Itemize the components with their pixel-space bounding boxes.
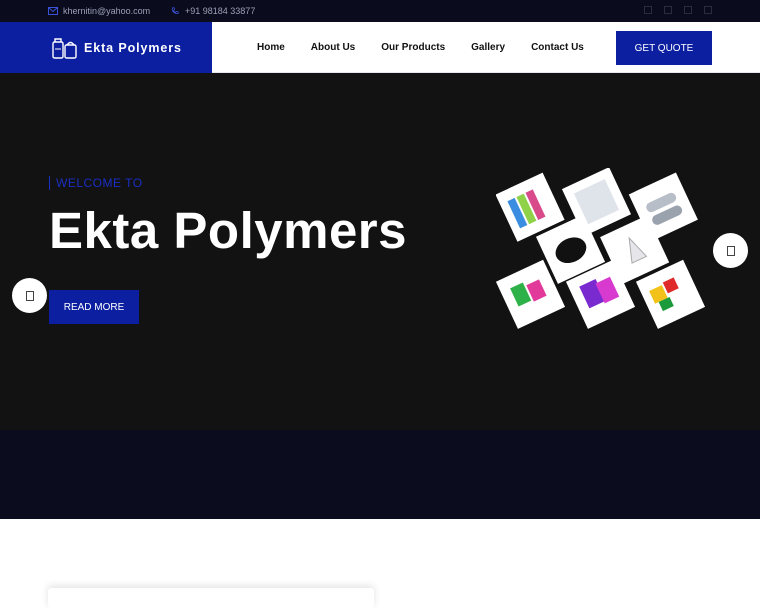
chevron-left-icon <box>25 290 34 301</box>
phone-icon <box>171 7 179 14</box>
main-nav: Home About Us Our Products Gallery Conta… <box>257 22 610 73</box>
nav-home[interactable]: Home <box>257 42 285 53</box>
read-more-button[interactable]: READ MORE <box>49 290 139 324</box>
instagram-icon[interactable] <box>704 6 712 14</box>
get-quote-button[interactable]: GET QUOTE <box>616 31 712 65</box>
slider-next-button[interactable] <box>713 233 748 268</box>
facebook-icon[interactable] <box>644 6 652 14</box>
dark-section-band <box>0 430 760 519</box>
nav-contact-us[interactable]: Contact Us <box>531 42 584 53</box>
social-links <box>644 6 712 14</box>
nav-gallery[interactable]: Gallery <box>471 42 505 53</box>
hero-kicker: WELCOME TO <box>49 176 143 190</box>
chevron-right-icon <box>726 245 735 256</box>
phone-contact[interactable]: +91 98184 33877 <box>170 6 255 16</box>
slider-prev-button[interactable] <box>12 278 47 313</box>
email-contact[interactable]: khernitin@yahoo.com <box>48 6 150 16</box>
envelope-icon <box>48 7 58 15</box>
logo-text: Ekta Polymers <box>84 40 182 55</box>
content-card <box>48 588 374 608</box>
hero-slider: WELCOME TO Ekta Polymers READ MORE <box>0 73 760 430</box>
nav-our-products[interactable]: Our Products <box>381 42 445 53</box>
site-logo[interactable]: Ekta Polymers <box>0 22 212 73</box>
phone-text: +91 98184 33877 <box>185 6 256 16</box>
site-header: Ekta Polymers Home About Us Our Products… <box>0 22 760 73</box>
hero-title: Ekta Polymers <box>49 202 408 259</box>
nav-about-us[interactable]: About Us <box>311 42 355 53</box>
linkedin-icon[interactable] <box>684 6 692 14</box>
logo-icon <box>52 37 77 59</box>
top-bar: khernitin@yahoo.com +91 98184 33877 <box>0 0 760 22</box>
product-collage-image <box>496 168 706 329</box>
email-text: khernitin@yahoo.com <box>63 6 151 16</box>
twitter-icon[interactable] <box>664 6 672 14</box>
